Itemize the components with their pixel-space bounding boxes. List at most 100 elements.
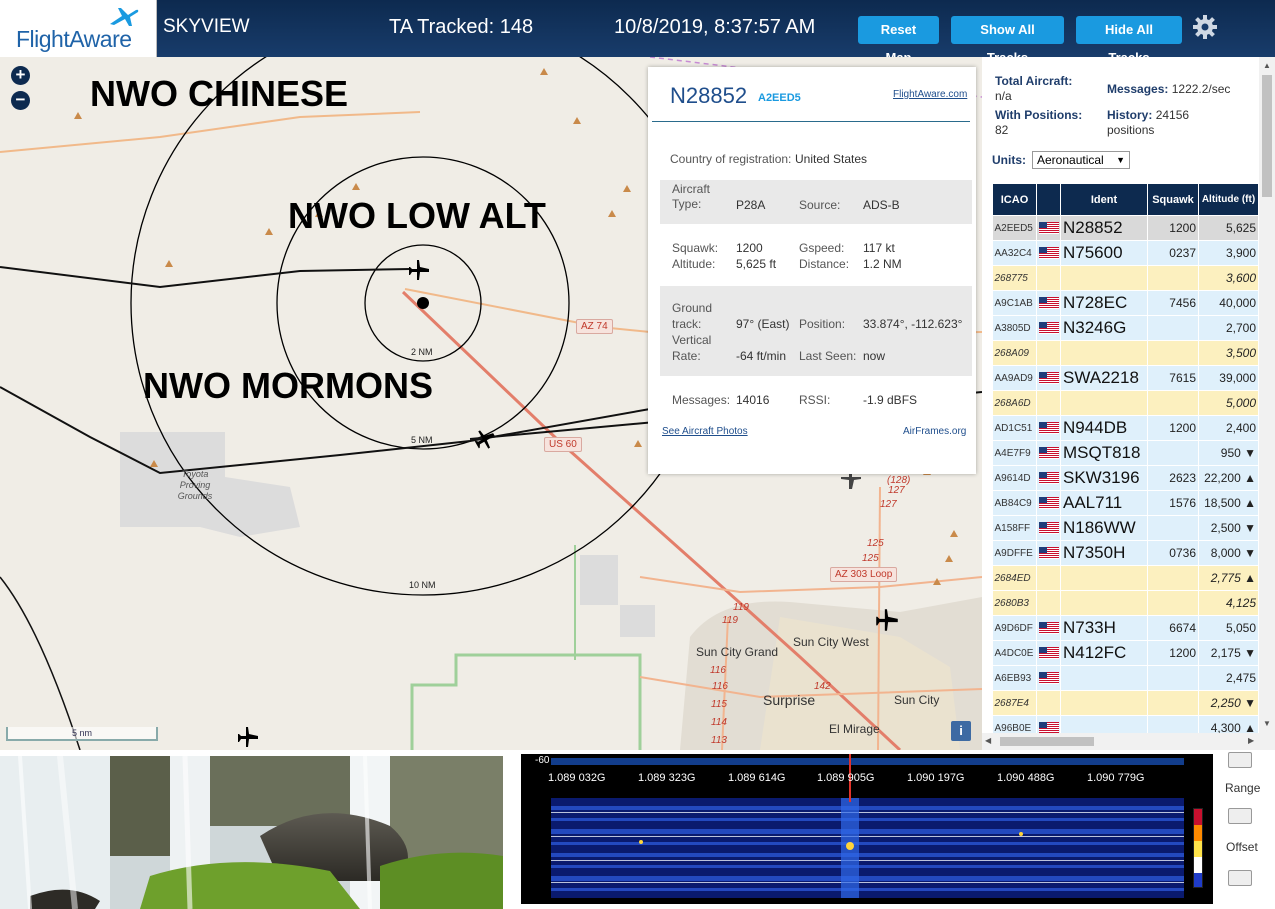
range-slider[interactable] — [1228, 808, 1252, 824]
units-select[interactable]: Aeronautical ▼ — [1032, 151, 1130, 169]
logo-text: FlightAware — [16, 26, 132, 52]
proving-grounds-label: Toyota Proving Grounds — [177, 469, 213, 501]
squawk-value: 1200 — [736, 241, 763, 255]
vertical-scrollbar[interactable]: ▲ ▼ — [1259, 57, 1275, 733]
table-row[interactable]: A4DC0E N412FC 1200 2,175 ▼ — [992, 640, 1259, 666]
table-row[interactable]: 268A6D 5,000 — [992, 390, 1259, 416]
row-ident: N3246G — [1060, 315, 1148, 341]
table-row[interactable]: 2684ED 2,775 ▲ — [992, 565, 1259, 591]
col-altitude[interactable]: Altitude (ft) — [1198, 183, 1259, 216]
table-row[interactable]: AD1C51 N944DB 1200 2,400 — [992, 415, 1259, 441]
horizontal-scrollbar[interactable]: ◀ ▶ — [982, 733, 1275, 750]
row-icao: A4E7F9 — [992, 440, 1037, 466]
row-altitude: 3,900 — [1198, 240, 1259, 266]
source-label: Source: — [799, 198, 841, 212]
row-squawk — [1147, 265, 1199, 291]
info-button[interactable]: i — [951, 721, 971, 741]
table-row[interactable]: A9C1AB N728EC 7456 40,000 — [992, 290, 1259, 316]
row-altitude: 5,625 — [1198, 215, 1259, 241]
place-sun-city: Sun City — [894, 693, 940, 707]
scroll-down-icon[interactable]: ▼ — [1263, 719, 1271, 728]
ground-track-value: 97° (East) — [736, 317, 790, 331]
road-number: 113 — [711, 735, 727, 746]
table-row[interactable]: 268A09 3,500 — [992, 340, 1259, 366]
row-ident — [1060, 565, 1148, 591]
hscroll-thumb[interactable] — [1000, 737, 1094, 746]
row-flag — [1036, 590, 1061, 616]
scrollbar-thumb[interactable] — [1262, 75, 1272, 197]
aircraft-icon[interactable] — [232, 725, 264, 749]
zoom-in-button[interactable]: + — [11, 66, 30, 85]
road-number: 119 — [722, 615, 738, 626]
table-row[interactable]: 2687E4 2,250 ▼ — [992, 690, 1259, 716]
offset-slider[interactable] — [1228, 870, 1252, 886]
table-row[interactable]: A9DFFE N7350H 0736 8,000 ▼ — [992, 540, 1259, 566]
col-ident[interactable]: Ident — [1060, 183, 1148, 216]
aircraft-type-value: P28A — [736, 198, 766, 212]
us-flag-icon — [1039, 721, 1059, 734]
table-row[interactable]: AA32C4 N75600 0237 3,900 — [992, 240, 1259, 266]
spectrum-waterfall[interactable]: -60 1.089 032G 1.089 323G 1.089 614G 1.0… — [521, 754, 1213, 904]
row-icao: AA9AD9 — [992, 365, 1037, 391]
top-header: FlightAware SKYVIEW TA Tracked: 148 10/8… — [0, 0, 1275, 65]
row-squawk — [1147, 590, 1199, 616]
aircraft-icon-selected[interactable] — [406, 258, 432, 282]
popup-hex[interactable]: A2EED5 — [758, 92, 801, 104]
row-flag — [1036, 415, 1061, 441]
col-icao[interactable]: ICAO — [992, 183, 1037, 216]
row-altitude: 950 ▼ — [1198, 440, 1259, 466]
freq-tick: 1.089 032G — [548, 772, 606, 784]
row-squawk — [1147, 390, 1199, 416]
show-all-tracks-button[interactable]: Show All Tracks — [951, 16, 1064, 65]
scroll-up-icon[interactable]: ▲ — [1263, 61, 1271, 70]
with-positions-stat: With Positions: 82 — [995, 108, 1082, 138]
row-flag — [1036, 240, 1061, 266]
zoom-out-button[interactable]: − — [11, 91, 30, 110]
aircraft-icon[interactable] — [472, 427, 498, 451]
table-row[interactable]: AA9AD9 SWA2218 7615 39,000 — [992, 365, 1259, 391]
overlay-text-low-alt: NWO LOW ALT — [288, 195, 546, 236]
skyview-app: FlightAware SKYVIEW TA Tracked: 148 10/8… — [0, 0, 1275, 909]
table-row[interactable]: A4E7F9 MSQT818 950 ▼ — [992, 440, 1259, 466]
table-row[interactable]: 268775 3,600 — [992, 265, 1259, 291]
table-row[interactable]: A9D6DF N733H 6674 5,050 — [992, 615, 1259, 641]
us-flag-icon — [1039, 371, 1059, 384]
aircraft-table: ICAO Ident Squawk Altitude (ft) A2EED5 N2… — [992, 183, 1259, 766]
scroll-right-icon[interactable]: ▶ — [1248, 736, 1254, 745]
row-ident: MSQT818 — [1060, 440, 1148, 466]
row-altitude: 2,775 ▲ — [1198, 565, 1259, 591]
distance-value: 1.2 NM — [863, 257, 902, 271]
row-squawk: 0736 — [1147, 540, 1199, 566]
table-row[interactable]: A2EED5 N28852 1200 5,625 — [992, 215, 1259, 241]
table-row[interactable]: AB84C9 AAL711 1576 18,500 ▲ — [992, 490, 1259, 516]
squawk-label: Squawk: — [672, 241, 719, 255]
reset-map-button[interactable]: Reset Map — [858, 16, 939, 65]
hide-all-tracks-button[interactable]: Hide All Tracks — [1076, 16, 1182, 65]
flightaware-logo[interactable]: FlightAware — [0, 0, 157, 57]
last-seen-label: Last Seen: — [799, 349, 857, 363]
table-row[interactable]: A9614D SKW3196 2623 22,200 ▲ — [992, 465, 1259, 491]
place-el-mirage: El Mirage — [829, 722, 880, 736]
scroll-left-icon[interactable]: ◀ — [985, 736, 991, 745]
gear-icon[interactable] — [1192, 14, 1218, 40]
flightaware-link[interactable]: FlightAware.com — [893, 89, 967, 100]
table-row[interactable]: 2680B3 4,125 — [992, 590, 1259, 616]
table-row[interactable]: A3805D N3246G 2,700 — [992, 315, 1259, 341]
col-squawk[interactable]: Squawk — [1147, 183, 1199, 216]
table-row[interactable]: A6EB93 2,475 — [992, 665, 1259, 691]
aircraft-icon[interactable] — [873, 607, 901, 633]
slider-handle[interactable] — [1228, 752, 1252, 768]
airframes-link[interactable]: AirFrames.org — [903, 426, 966, 437]
aircraft-photos-link[interactable]: See Aircraft Photos — [662, 426, 748, 437]
road-number: 127 — [888, 485, 905, 496]
gspeed-label: Gspeed: — [799, 241, 845, 255]
us-flag-icon — [1039, 521, 1059, 534]
row-ident: SWA2218 — [1060, 365, 1148, 391]
road-number: 142 — [814, 681, 831, 692]
table-row[interactable]: A158FF N186WW 2,500 ▼ — [992, 515, 1259, 541]
us-flag-icon — [1039, 221, 1059, 234]
col-flag[interactable] — [1036, 183, 1061, 216]
row-altitude: 5,000 — [1198, 390, 1259, 416]
plane-logo-icon — [110, 8, 139, 26]
row-icao: A2EED5 — [992, 215, 1037, 241]
